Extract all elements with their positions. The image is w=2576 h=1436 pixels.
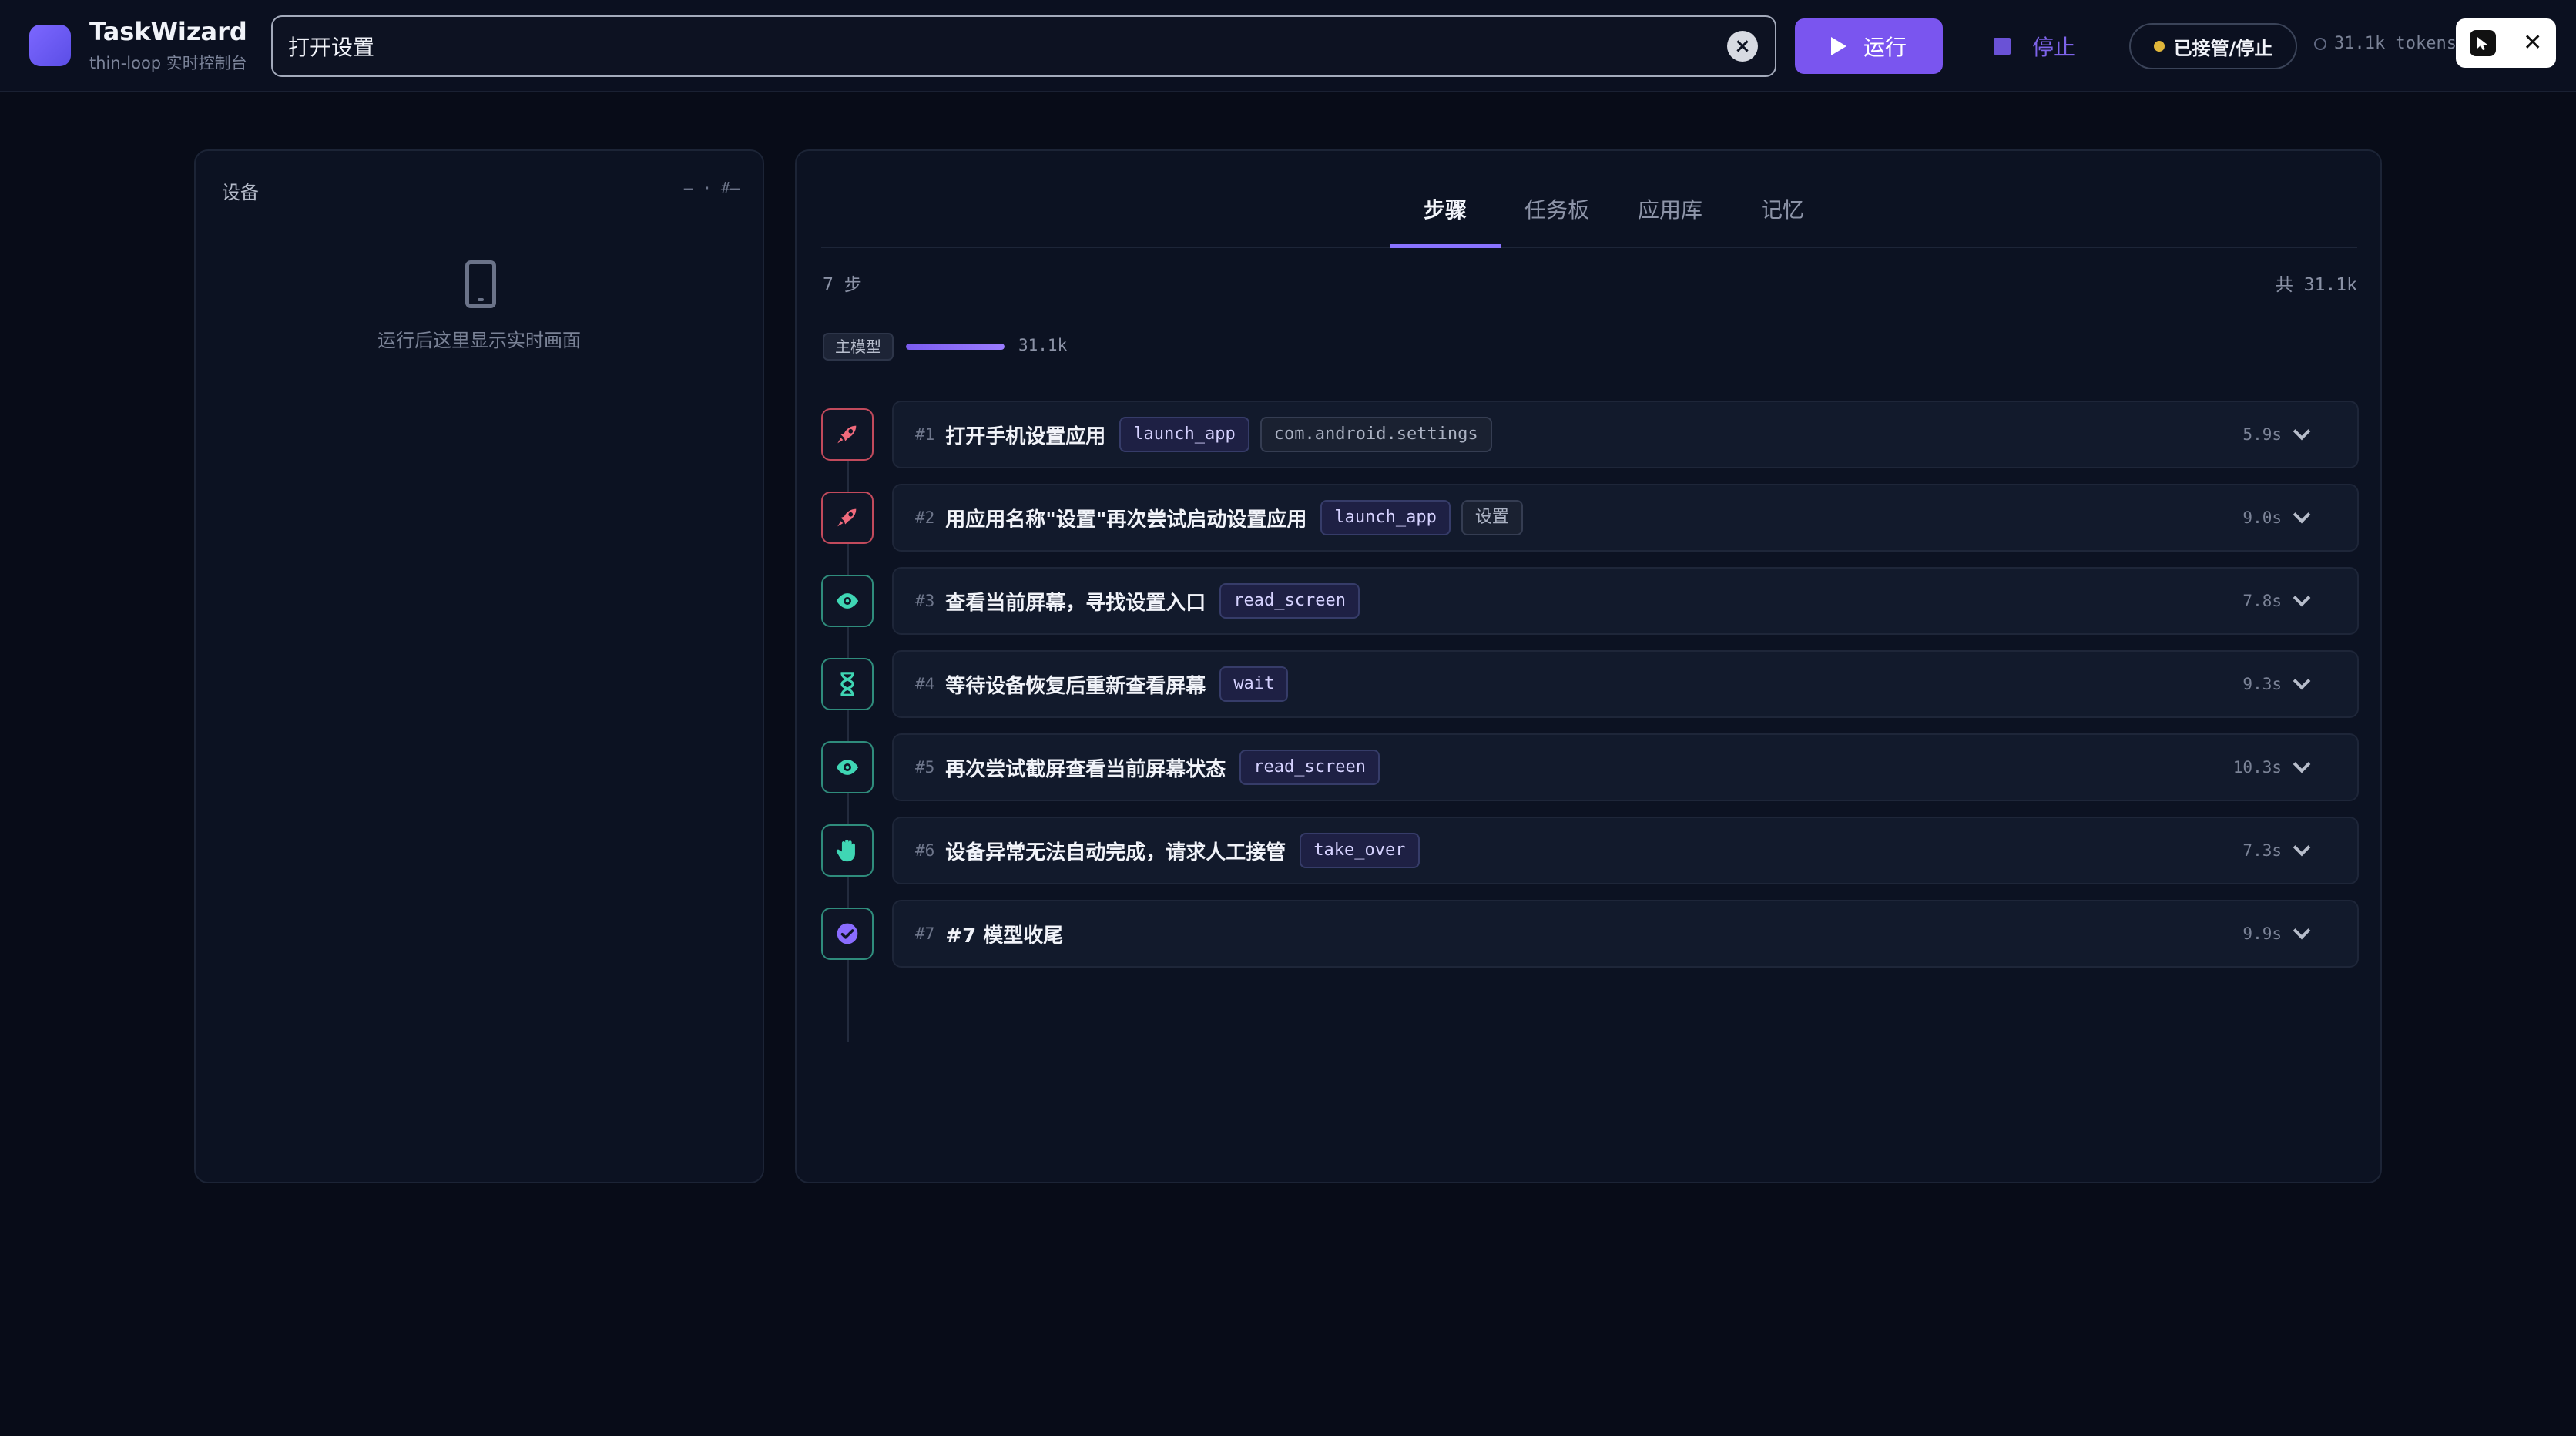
eye-icon	[821, 741, 874, 793]
token-usage-readout: 31.1k tokens	[2314, 34, 2457, 53]
step-count: 7 步	[823, 275, 862, 295]
step-duration: 7.3s	[2242, 841, 2282, 860]
step-row: #3 查看当前屏幕，寻找设置入口 read_screen 7.8s	[797, 567, 2380, 635]
step-row: #2 用应用名称"设置"再次尝试启动设置应用 launch_app 设置 9.0…	[797, 484, 2380, 552]
step-row: #7 #7 模型收尾 9.9s	[797, 900, 2380, 968]
step-title: 设备异常无法自动完成，请求人工接管	[945, 840, 1286, 864]
top-bar: TaskWizard thin-loop 实时控制台 × 运行 停止 已接管/停…	[0, 0, 2576, 92]
model-badge: 主模型	[823, 333, 894, 361]
tool-chip: wait	[1219, 666, 1289, 702]
clear-input-button[interactable]: ×	[1727, 31, 1758, 62]
app-logo	[29, 25, 71, 66]
step-card[interactable]: #5 再次尝试截屏查看当前屏幕状态 read_screen 10.3s	[892, 733, 2359, 801]
step-card[interactable]: #3 查看当前屏幕，寻找设置入口 read_screen 7.8s	[892, 567, 2359, 635]
step-title: #7 模型收尾	[945, 924, 1064, 948]
step-row: #5 再次尝试截屏查看当前屏幕状态 read_screen 10.3s	[797, 733, 2380, 801]
step-card[interactable]: #7 #7 模型收尾 9.9s	[892, 900, 2359, 968]
takeover-label: 已接管/停止	[2173, 37, 2273, 59]
tab-bar: 步骤 任务板 应用库 记忆	[821, 183, 2357, 248]
step-number: #6	[915, 841, 935, 860]
step-duration: 10.3s	[2232, 758, 2282, 777]
token-readout-text: 31.1k tokens	[2334, 34, 2457, 53]
tool-chip: take_over	[1300, 833, 1420, 868]
step-title: 打开手机设置应用	[945, 424, 1106, 448]
device-meta: — · #—	[683, 179, 740, 197]
device-placeholder-text: 运行后这里显示实时画面	[377, 330, 581, 351]
chevron-down-icon[interactable]	[2293, 755, 2311, 773]
device-panel-title: 设备	[222, 182, 259, 203]
step-row: #6 设备异常无法自动完成，请求人工接管 take_over 7.3s	[797, 817, 2380, 884]
clock-icon	[2314, 37, 2326, 50]
tool-chip: read_screen	[1219, 583, 1360, 619]
chevron-down-icon[interactable]	[2293, 589, 2311, 607]
eye-icon	[821, 575, 874, 627]
hourglass-icon	[821, 658, 874, 710]
close-circle-icon: ×	[1734, 35, 1751, 58]
app-title: TaskWizard	[89, 17, 247, 46]
rocket-icon	[821, 408, 874, 461]
device-panel: 设备 — · #— 运行后这里显示实时画面	[194, 149, 764, 1183]
step-number: #5	[915, 758, 935, 777]
step-number: #2	[915, 508, 935, 527]
token-total: 共 31.1k	[2275, 275, 2357, 295]
main-panel: 步骤 任务板 应用库 记忆 7 步 共 31.1k 主模型 31.1k #1 打…	[795, 149, 2382, 1183]
model-usage-bar-fill	[906, 344, 1005, 350]
arg-chip: com.android.settings	[1259, 417, 1492, 452]
model-usage-bar	[906, 344, 1005, 350]
tab-steps[interactable]: 步骤	[1390, 183, 1501, 248]
close-icon[interactable]: ✕	[2523, 32, 2542, 55]
tab-taskboard[interactable]: 任务板	[1501, 183, 1613, 248]
step-card[interactable]: #4 等待设备恢复后重新查看屏幕 wait 9.3s	[892, 650, 2359, 718]
step-duration: 9.9s	[2242, 924, 2282, 943]
chevron-down-icon[interactable]	[2293, 838, 2311, 857]
stop-button[interactable]: 停止	[1994, 26, 2075, 66]
step-number: #4	[915, 675, 935, 693]
tool-chip: read_screen	[1239, 750, 1380, 785]
step-duration: 7.8s	[2242, 592, 2282, 610]
status-dot	[2153, 41, 2165, 52]
step-card[interactable]: #6 设备异常无法自动完成，请求人工接管 take_over 7.3s	[892, 817, 2359, 884]
rocket-icon	[821, 492, 874, 544]
phone-icon	[465, 260, 496, 308]
step-title: 再次尝试截屏查看当前屏幕状态	[945, 757, 1226, 781]
model-tokens: 31.1k	[1018, 336, 1068, 354]
step-row: #4 等待设备恢复后重新查看屏幕 wait 9.3s	[797, 650, 2380, 718]
step-number: #1	[915, 425, 935, 444]
takeover-status-button[interactable]: 已接管/停止	[2129, 23, 2297, 69]
step-title: 查看当前屏幕，寻找设置入口	[945, 591, 1206, 615]
task-search-box: ×	[271, 15, 1776, 77]
play-icon	[1830, 37, 1846, 55]
tab-app-library[interactable]: 应用库	[1613, 183, 1727, 248]
chevron-down-icon[interactable]	[2293, 672, 2311, 690]
chevron-down-icon[interactable]	[2293, 505, 2311, 524]
run-label: 运行	[1863, 35, 1907, 60]
step-title: 用应用名称"设置"再次尝试启动设置应用	[945, 508, 1307, 532]
floating-control: ✕	[2456, 18, 2556, 68]
cursor-icon[interactable]	[2469, 30, 2496, 56]
step-card[interactable]: #1 打开手机设置应用 launch_app com.android.setti…	[892, 401, 2359, 468]
app-subtitle: thin-loop 实时控制台	[89, 54, 247, 72]
stop-icon	[1994, 38, 2011, 55]
chevron-down-icon[interactable]	[2293, 422, 2311, 441]
hand-icon	[821, 824, 874, 877]
step-duration: 9.3s	[2242, 675, 2282, 693]
step-card[interactable]: #2 用应用名称"设置"再次尝试启动设置应用 launch_app 设置 9.0…	[892, 484, 2359, 552]
arg-chip: 设置	[1461, 500, 1523, 535]
step-number: #7	[915, 924, 935, 943]
tool-chip: launch_app	[1119, 417, 1249, 452]
run-button[interactable]: 运行	[1795, 18, 1943, 74]
tool-chip: launch_app	[1320, 500, 1451, 535]
step-duration: 5.9s	[2242, 425, 2282, 444]
task-input[interactable]	[288, 17, 1713, 75]
tab-memory[interactable]: 记忆	[1727, 183, 1838, 248]
check-circle-icon	[821, 908, 874, 960]
stop-label: 停止	[2032, 35, 2076, 60]
chevron-down-icon[interactable]	[2293, 921, 2311, 940]
step-title: 等待设备恢复后重新查看屏幕	[945, 674, 1206, 698]
step-number: #3	[915, 592, 935, 610]
step-duration: 9.0s	[2242, 508, 2282, 527]
step-row: #1 打开手机设置应用 launch_app com.android.setti…	[797, 401, 2380, 468]
